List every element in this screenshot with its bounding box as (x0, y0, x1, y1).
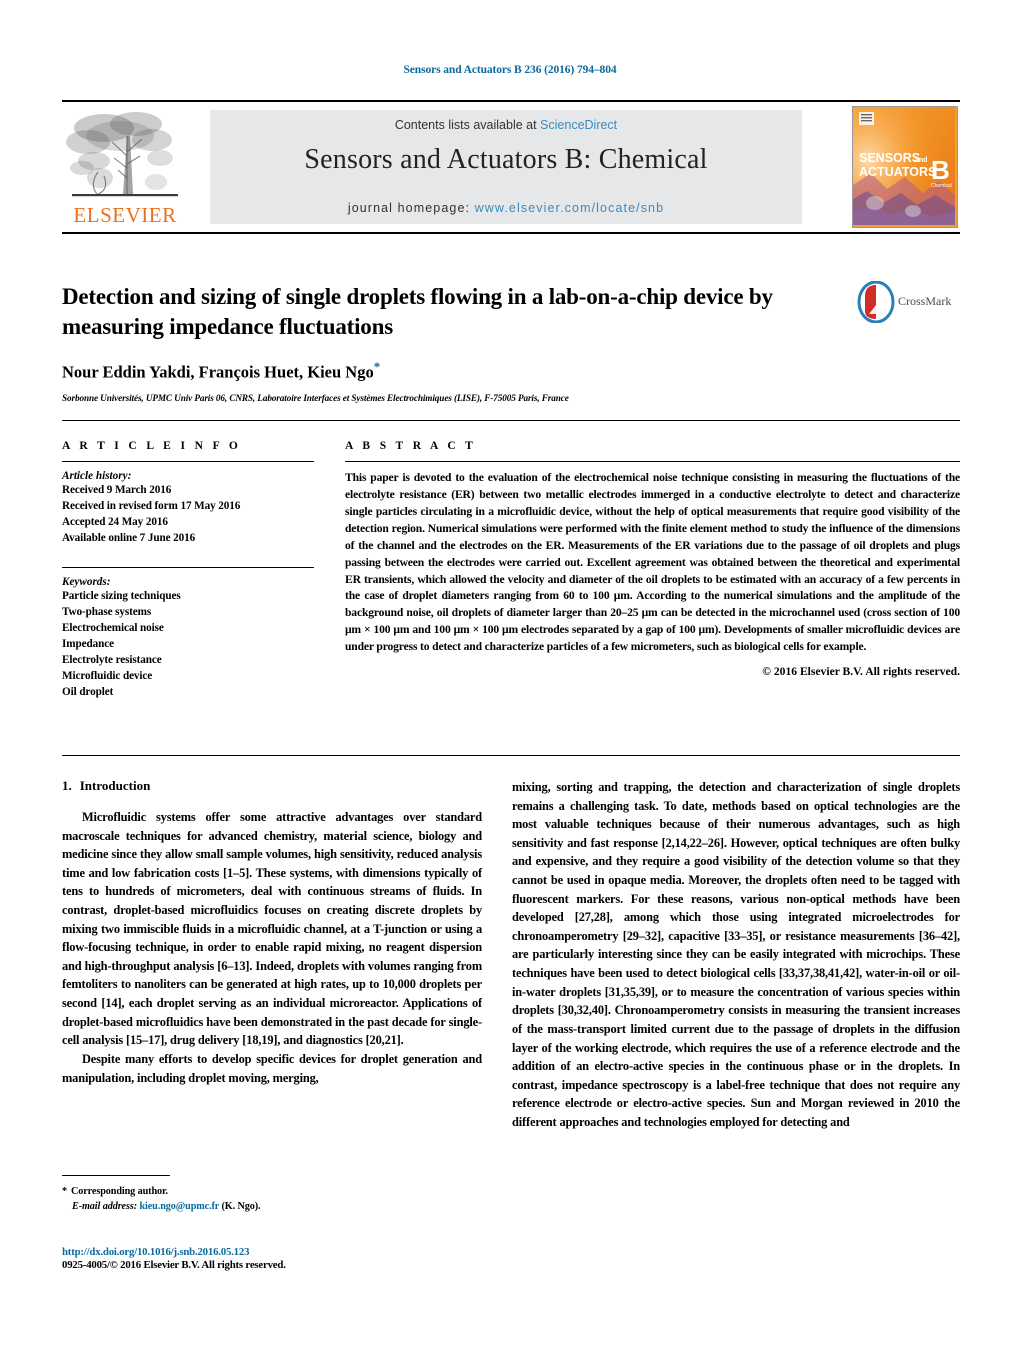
page-title: Detection and sizing of single droplets … (62, 284, 773, 339)
intro-paragraph-1: Microfluidic systems offer some attracti… (62, 810, 482, 1048)
divider-below-abstract (62, 755, 960, 756)
email-owner: (K. Ngo). (221, 1200, 261, 1212)
section-number: 1. (62, 778, 72, 793)
email-label: E-mail address: (72, 1200, 138, 1212)
footnote-divider (62, 1175, 170, 1176)
svg-text:Chemical: Chemical (931, 183, 952, 189)
issn-copyright-line: 0925-4005/© 2016 Elsevier B.V. All right… (62, 1259, 286, 1271)
keyword-item: Electrolyte resistance (62, 654, 162, 666)
article-history-revised: Received in revised form 17 May 2016 (62, 500, 241, 513)
journal-title: Sensors and Actuators B: Chemical (304, 144, 708, 175)
contents-band: Contents lists available at ScienceDirec… (210, 110, 802, 224)
footer-block: http://dx.doi.org/10.1016/j.snb.2016.05.… (62, 1246, 482, 1271)
email-link[interactable]: kieu.ngo@upmc.fr (139, 1201, 219, 1212)
keywords-block: Keywords: Particle sizing techniques Two… (62, 566, 314, 701)
journal-masthead: ELSEVIER Contents lists available at Sci… (62, 100, 960, 234)
keyword-item: Impedance (62, 637, 114, 650)
footnote-block: * Corresponding author. E-mail address: k… (62, 1175, 482, 1215)
keywords-rule (62, 566, 314, 568)
svg-text:ACTUATORS: ACTUATORS (859, 165, 936, 179)
author-list: Nour Eddin Yakdi, François Huet, Kieu Ng… (62, 359, 782, 383)
elsevier-logo: ELSEVIER (64, 106, 186, 228)
article-info-heading: A R T I C L E I N F O (62, 440, 242, 452)
abstract-text: This paper is devoted to the evaluation … (345, 471, 960, 654)
keyword-item: Microfluidic device (62, 670, 153, 683)
keyword-item: Two-phase systems (62, 605, 152, 618)
journal-homepage-link[interactable]: www.elsevier.com/locate/snb (475, 201, 665, 215)
intro-paragraph-3: mixing, sorting and trapping, the detect… (512, 780, 960, 1129)
abstract-rule (345, 461, 960, 462)
journal-cover-thumbnail: SENSORS and ACTUATORS B Chemical (852, 106, 958, 228)
crossmark-badge[interactable]: CrossMark (856, 280, 960, 327)
affiliation: Sorbonne Universités, UPMC Univ Paris 06… (62, 393, 569, 404)
elsevier-tree-icon (66, 112, 178, 197)
svg-text:and: and (915, 157, 927, 164)
body-column-left: 1. Introduction Microfluidic systems offe… (62, 778, 482, 1087)
elsevier-wordmark: ELSEVIER (73, 203, 177, 227)
intro-paragraph-2: Despite many efforts to develop specific… (62, 1051, 482, 1085)
footnote-star: * (62, 1186, 67, 1197)
article-info-rule (62, 461, 314, 462)
crossmark-icon (857, 280, 895, 324)
doi-link[interactable]: http://dx.doi.org/10.1016/j.snb.2016.05.… (62, 1246, 482, 1258)
journal-homepage-line: journal homepage: www.elsevier.com/locat… (210, 201, 802, 215)
section-title: Introduction (79, 778, 151, 793)
running-head: Sensors and Actuators B 236 (2016) 794–8… (403, 64, 617, 76)
contents-lists-line: Contents lists available at ScienceDirec… (210, 118, 802, 132)
title-block: Detection and sizing of single droplets … (62, 282, 782, 403)
sciencedirect-link[interactable]: ScienceDirect (540, 118, 617, 132)
abstract-heading: A B S T R A C T (345, 440, 477, 452)
article-history-received: Received 9 March 2016 (62, 484, 172, 496)
corresponding-author-marker: * (373, 358, 381, 374)
svg-text:B: B (931, 155, 950, 185)
email-note: E-mail address: kieu.ngo@upmc.fr (K. Ngo… (62, 1200, 482, 1215)
author-names: Nour Eddin Yakdi, François Huet, Kieu Ng… (62, 362, 374, 382)
corresponding-author-note: * Corresponding author. (62, 1185, 482, 1200)
paper-page: Sensors and Actuators B 236 (2016) 794–8… (0, 0, 1020, 1351)
cover-artwork: SENSORS and ACTUATORS B Chemical (853, 107, 955, 225)
article-history-online: Available online 7 June 2016 (62, 532, 196, 545)
keyword-item: Oil droplet (62, 686, 114, 699)
crossmark-label: CrossMark (898, 294, 952, 308)
body-column-right: mixing, sorting and trapping, the detect… (512, 778, 960, 1132)
abstract-copyright: © 2016 Elsevier B.V. All rights reserved… (762, 665, 960, 679)
divider-above-abstract (62, 420, 960, 421)
homepage-prefix: journal homepage: (347, 201, 475, 215)
article-history-accepted: Accepted 24 May 2016 (62, 516, 168, 529)
contents-prefix: Contents lists available at (394, 118, 541, 132)
section-heading-introduction: 1. Introduction (62, 778, 482, 794)
svg-text:SENSORS: SENSORS (859, 151, 920, 165)
keyword-item: Particle sizing techniques (62, 589, 181, 602)
article-history-label: Article history: (62, 470, 132, 482)
keyword-item: Electrochemical noise (62, 621, 164, 634)
keywords-label: Keywords: (62, 575, 111, 588)
abstract-column: A B S T R A C T This paper is devoted to… (345, 440, 960, 678)
article-info-column: A R T I C L E I N F O Article history: R… (62, 440, 314, 700)
corresponding-author-text: Corresponding author. (71, 1186, 168, 1197)
